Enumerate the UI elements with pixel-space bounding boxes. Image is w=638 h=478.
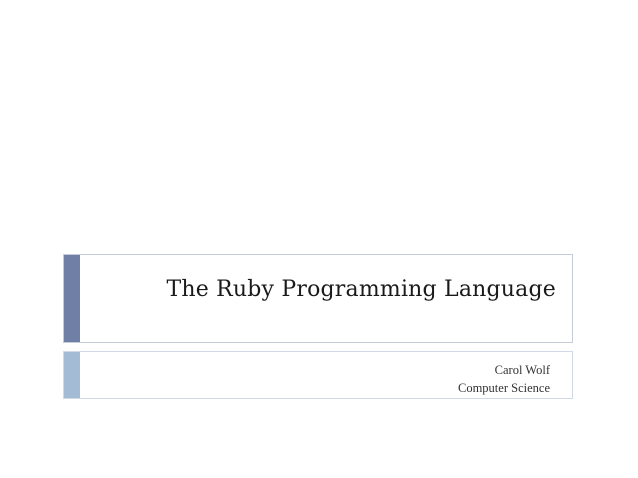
author-department: Computer Science (458, 381, 550, 395)
title-box: The Ruby Programming Language (63, 254, 573, 343)
subtitle: Carol Wolf Computer Science (458, 361, 550, 397)
subtitle-accent-bar (64, 352, 80, 398)
slide: The Ruby Programming Language Carol Wolf… (0, 0, 638, 478)
author-name: Carol Wolf (494, 363, 550, 377)
subtitle-box: Carol Wolf Computer Science (63, 351, 573, 399)
slide-title: The Ruby Programming Language (166, 277, 556, 302)
title-accent-bar (64, 255, 80, 342)
